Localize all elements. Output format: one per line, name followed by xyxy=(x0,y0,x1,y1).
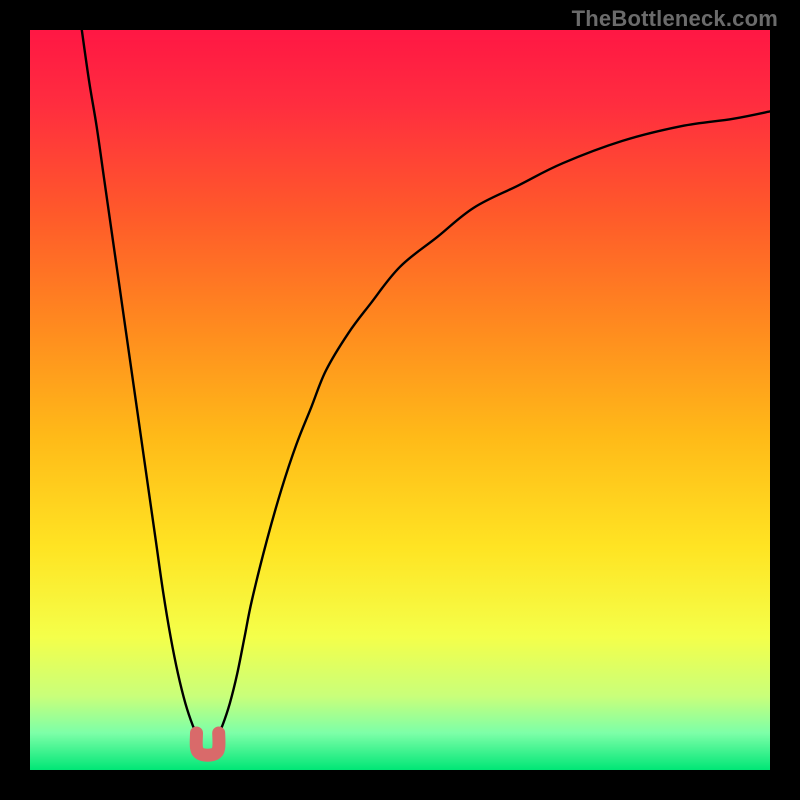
bottleneck-chart xyxy=(30,30,770,770)
watermark-text: TheBottleneck.com xyxy=(572,6,778,32)
plot-area xyxy=(30,30,770,770)
gradient-background xyxy=(30,30,770,770)
chart-frame: TheBottleneck.com xyxy=(0,0,800,800)
